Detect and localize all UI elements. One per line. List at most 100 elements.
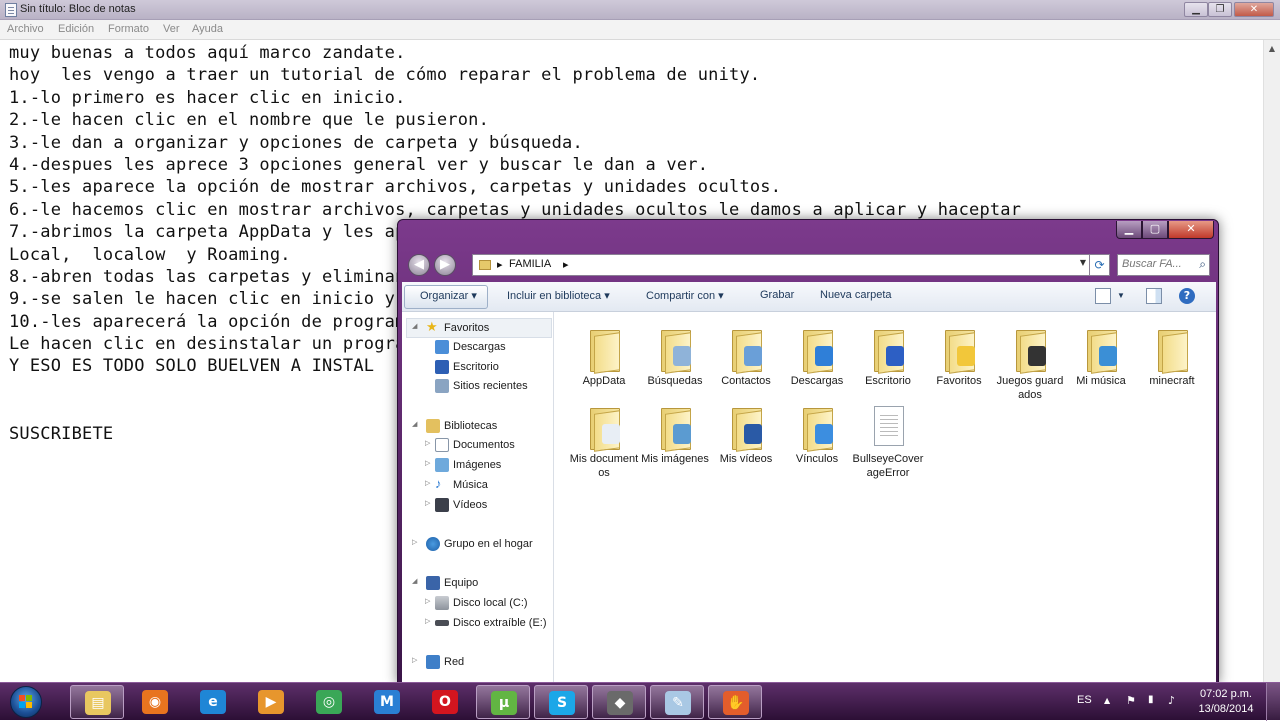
notepad-minimize-button[interactable]: ▁: [1184, 2, 1208, 17]
file-item[interactable]: BullseyeCoverageError: [852, 402, 924, 484]
search-icon[interactable]: ⌕: [1199, 257, 1206, 272]
recent-places-icon: [435, 379, 449, 393]
scroll-up-icon[interactable]: ▲: [1264, 40, 1280, 57]
notepad-maximize-button[interactable]: ❐: [1208, 2, 1232, 17]
folder-item[interactable]: Juegos guardados: [994, 324, 1066, 406]
notepad-title-bar[interactable]: Sin título: Bloc de notas ▁ ❐ ✕: [0, 0, 1280, 20]
notepad-line: 1.-lo primero es hacer clic en inicio.: [9, 87, 406, 108]
explorer-close-button[interactable]: ✕: [1168, 221, 1214, 239]
notepad-line: 2.-le hacen clic en el nombre que le pus…: [9, 110, 490, 131]
show-desktop-button[interactable]: [1266, 683, 1280, 721]
internet-explorer-icon: e: [200, 690, 226, 714]
address-row: ◀ ▶ ▸ FAMILIA ▸ ▼ ⟳ ⌕: [404, 250, 1212, 278]
folder-item[interactable]: Mi música: [1065, 324, 1137, 406]
menu-ayuda[interactable]: Ayuda: [192, 23, 223, 35]
folder-item[interactable]: Contactos: [710, 324, 782, 406]
view-options-icon[interactable]: [1095, 288, 1111, 304]
breadcrumb-separator-2[interactable]: ▸: [563, 258, 569, 271]
notepad-scrollbar[interactable]: ▲: [1263, 40, 1280, 682]
item-name: Juegos guardados: [996, 375, 1064, 401]
preview-pane-icon[interactable]: [1146, 288, 1162, 304]
grabar-button[interactable]: Grabar: [760, 289, 794, 301]
folder-item[interactable]: Descargas: [781, 324, 853, 406]
folder-item[interactable]: Vínculos: [781, 402, 853, 484]
folder-item[interactable]: Mis documentos: [568, 402, 640, 484]
explorer-body: ◢ ★ Favoritos Descargas Escritorio Sitio…: [402, 312, 1216, 685]
address-bar[interactable]: ▸ FAMILIA ▸ ▼: [472, 254, 1090, 276]
chevron-right-icon[interactable]: ▷: [425, 439, 430, 447]
notepad-line: 6.-le hacemos clic en mostrar archivos, …: [9, 199, 1022, 220]
item-name: Favoritos: [936, 375, 982, 387]
desktop-icon: [435, 360, 449, 374]
chevron-right-icon[interactable]: ▷: [412, 656, 417, 664]
taskbar-internet-explorer-button[interactable]: e: [186, 685, 240, 719]
search-input[interactable]: [1122, 258, 1188, 270]
chevron-right-icon[interactable]: ▷: [425, 479, 430, 487]
volume-icon[interactable]: ♪: [1168, 694, 1175, 707]
chevron-down-icon[interactable]: ◢: [412, 322, 417, 330]
chevron-down-icon[interactable]: ◢: [412, 420, 417, 428]
media-player-icon: ▶: [258, 690, 284, 714]
compartir-con-button[interactable]: Compartir con ▾: [646, 289, 724, 302]
back-button[interactable]: ◀: [408, 254, 430, 276]
taskbar-notepad-button[interactable]: ✎: [650, 685, 704, 719]
menu-archivo[interactable]: Archivo: [7, 23, 44, 35]
taskbar-opera-button[interactable]: O: [418, 685, 472, 719]
chevron-right-icon[interactable]: ▷: [425, 499, 430, 507]
search-box[interactable]: ⌕: [1117, 254, 1210, 276]
explorer-toolbar: Organizar ▾ Incluir en biblioteca ▾ Comp…: [402, 282, 1216, 312]
chevron-right-icon[interactable]: ▷: [412, 538, 417, 546]
taskbar-media-player-button[interactable]: ▶: [244, 685, 298, 719]
folder-icon: [945, 330, 975, 374]
chevron-down-icon[interactable]: ◢: [412, 577, 417, 585]
chevron-right-icon[interactable]: ▷: [425, 459, 430, 467]
network-signal-icon[interactable]: ▮: [1148, 694, 1154, 705]
folder-item[interactable]: Mis vídeos: [710, 402, 782, 484]
action-center-flag-icon[interactable]: ⚑: [1126, 694, 1136, 707]
language-indicator[interactable]: ES: [1077, 694, 1092, 706]
start-button[interactable]: [4, 683, 46, 721]
item-name: Búsquedas: [647, 375, 703, 387]
taskbar-skype-button[interactable]: S: [534, 685, 588, 719]
item-name: Contactos: [721, 375, 771, 387]
explorer-minimize-button[interactable]: ▁: [1116, 221, 1142, 239]
videos-icon: [435, 498, 449, 512]
notepad-close-button[interactable]: ✕: [1234, 2, 1274, 17]
folder-item[interactable]: Mis imágenes: [639, 402, 711, 484]
breadcrumb-separator[interactable]: ▸: [497, 258, 503, 271]
taskbar-gameranger-button[interactable]: ✋: [708, 685, 762, 719]
menu-formato[interactable]: Formato: [108, 23, 149, 35]
taskbar-utorrent-button[interactable]: µ: [476, 685, 530, 719]
forward-button[interactable]: ▶: [434, 254, 456, 276]
organizar-label[interactable]: Organizar ▾: [420, 289, 477, 302]
folder-item[interactable]: Búsquedas: [639, 324, 711, 406]
breadcrumb-familia[interactable]: FAMILIA: [509, 258, 551, 270]
network-icon: [426, 655, 440, 669]
chevron-down-icon[interactable]: ▼: [1080, 258, 1086, 267]
folder-item[interactable]: Favoritos: [923, 324, 995, 406]
chevron-down-icon[interactable]: ▼: [1117, 291, 1125, 300]
taskbar-unknown-app-button[interactable]: ◆: [592, 685, 646, 719]
folder-item[interactable]: Escritorio: [852, 324, 924, 406]
explorer-maximize-button[interactable]: ▢: [1142, 221, 1168, 239]
clock[interactable]: 07:02 p.m. 13/08/2014: [1194, 687, 1258, 717]
chevron-right-icon[interactable]: ▷: [425, 597, 430, 605]
folder-item[interactable]: minecraft: [1136, 324, 1208, 406]
incluir-biblioteca-button[interactable]: Incluir en biblioteca ▾: [507, 289, 610, 302]
item-name: Mis vídeos: [719, 453, 773, 465]
help-icon[interactable]: ?: [1179, 288, 1195, 304]
folder-item[interactable]: AppData: [568, 324, 640, 406]
show-hidden-icons-icon[interactable]: ▲: [1104, 696, 1110, 705]
taskbar-chrome-button[interactable]: ◎: [302, 685, 356, 719]
folder-icon: [661, 330, 691, 374]
menu-ver[interactable]: Ver: [163, 23, 180, 35]
notepad-line: muy buenas a todos aquí marco zandate.: [9, 43, 406, 63]
nueva-carpeta-button[interactable]: Nueva carpeta: [820, 289, 892, 301]
music-icon: ♪: [435, 476, 442, 491]
taskbar-firefox-button[interactable]: ◉: [128, 685, 182, 719]
menu-edicion[interactable]: Edición: [58, 23, 94, 35]
chevron-right-icon[interactable]: ▷: [425, 617, 430, 625]
taskbar-movie-maker-button[interactable]: M: [360, 685, 414, 719]
taskbar-explorer-button[interactable]: ▤: [70, 685, 124, 719]
refresh-icon[interactable]: ⟳: [1090, 254, 1110, 276]
